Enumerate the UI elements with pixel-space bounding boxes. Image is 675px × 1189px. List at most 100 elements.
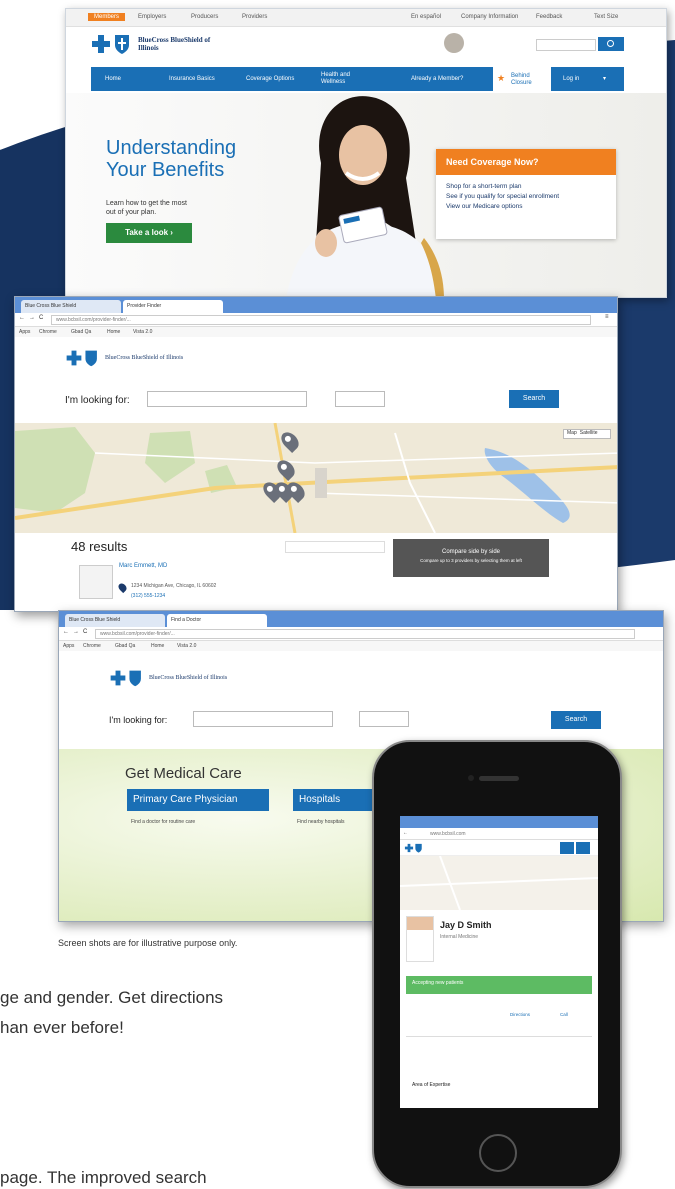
back-arrow-icon[interactable]: ← bbox=[403, 830, 408, 836]
phone-user-button[interactable] bbox=[560, 842, 574, 854]
cross-shield-logo-icon bbox=[110, 670, 141, 687]
sort-select[interactable] bbox=[285, 541, 385, 553]
bookmark-chrome[interactable]: Chrome bbox=[83, 643, 101, 649]
browser-tab-bar: Blue Cross Blue Shield Provider Finder bbox=[15, 297, 617, 313]
back-arrow-icon[interactable]: ← bbox=[63, 629, 69, 635]
back-arrow-icon[interactable]: ← bbox=[19, 315, 25, 321]
nav-home[interactable]: Home bbox=[105, 76, 121, 82]
brand-name: BlueCross BlueShield of Illinois bbox=[138, 36, 211, 52]
top-tab-members[interactable]: Members bbox=[88, 13, 126, 21]
nav-already-member[interactable]: Already a Member? bbox=[411, 76, 463, 82]
website-screenshot: Members Employers Producers Providers En… bbox=[65, 8, 667, 298]
phone-divider bbox=[406, 1036, 592, 1037]
home-button[interactable] bbox=[479, 1134, 517, 1172]
body-text-line: han ever before! bbox=[0, 1018, 124, 1037]
body-text-line: page. The improved search bbox=[0, 1168, 207, 1187]
care-search-button[interactable]: Search bbox=[551, 711, 601, 729]
primary-care-button[interactable]: Primary Care Physician bbox=[127, 789, 269, 811]
provider-search-input[interactable] bbox=[147, 391, 307, 407]
reload-icon[interactable]: C bbox=[83, 629, 87, 635]
coverage-item[interactable]: Shop for a short-term plan bbox=[436, 175, 616, 190]
reload-icon[interactable]: C bbox=[39, 315, 43, 321]
login-link[interactable]: Log in bbox=[563, 76, 579, 82]
looking-for-label: I'm looking for: bbox=[109, 715, 168, 725]
results-map[interactable]: Map Satellite bbox=[15, 423, 617, 533]
call-button[interactable]: Call bbox=[560, 1012, 568, 1017]
top-link-feedback[interactable]: Feedback bbox=[536, 14, 562, 20]
nav-behind-closure[interactable]: ★ Behind Closure bbox=[493, 67, 551, 91]
browser-tab[interactable]: Blue Cross Blue Shield bbox=[65, 614, 165, 627]
nav-coverage-options[interactable]: Coverage Options bbox=[246, 76, 294, 82]
bookmark-vista[interactable]: Vista 2.0 bbox=[133, 329, 152, 335]
nav-insurance-basics[interactable]: Insurance Basics bbox=[169, 76, 215, 82]
phone-search-button[interactable] bbox=[576, 842, 590, 854]
address-bar-row: ← → C www.bcbsil.com/provider-finder/...… bbox=[15, 313, 617, 327]
get-medical-care-title: Get Medical Care bbox=[125, 765, 242, 782]
browser-tab-active[interactable]: Find a Doctor bbox=[167, 614, 267, 627]
provider-name-link[interactable]: Marc Emmett, MD bbox=[119, 563, 167, 569]
directions-button[interactable]: Directions bbox=[510, 1012, 530, 1017]
hero-title: Understanding Your Benefits bbox=[106, 137, 237, 181]
menu-icon[interactable]: ≡ bbox=[605, 314, 609, 320]
top-link-spanish[interactable]: En español bbox=[411, 14, 441, 20]
bcbs-logo[interactable]: BlueCross BlueShield of Illinois bbox=[91, 33, 230, 55]
hospitals-sub: Find nearby hospitals bbox=[297, 819, 345, 825]
bookmark-home[interactable]: Home bbox=[151, 643, 164, 649]
url-field[interactable]: www.bcbsil.com/provider-finder/... bbox=[95, 629, 635, 639]
coverage-item[interactable]: View our Medicare options bbox=[436, 200, 616, 210]
map-type-toggle[interactable]: Map Satellite bbox=[563, 429, 611, 439]
phone-url-bar[interactable]: ← www.bcbsil.com bbox=[400, 828, 598, 840]
doctor-title: Internal Medicine bbox=[440, 934, 479, 940]
map-graphic bbox=[15, 423, 617, 533]
search-icon bbox=[607, 40, 614, 47]
top-tab-employers[interactable]: Employers bbox=[138, 14, 166, 20]
phone-header bbox=[400, 840, 598, 856]
provider-search-input[interactable] bbox=[193, 711, 333, 727]
compare-panel[interactable]: Compare side by side Compare up to 3 pro… bbox=[393, 539, 549, 577]
doctor-photo bbox=[406, 916, 434, 962]
location-input[interactable] bbox=[335, 391, 385, 407]
forward-arrow-icon[interactable]: → bbox=[29, 315, 35, 321]
search-box[interactable] bbox=[536, 39, 596, 51]
caption: Screen shots are for illustrative purpos… bbox=[58, 938, 238, 948]
url-field[interactable]: www.bcbsil.com/provider-finder/... bbox=[51, 315, 591, 325]
need-coverage-title: Need Coverage Now? bbox=[436, 149, 616, 175]
bookmark-apps[interactable]: Apps bbox=[19, 329, 30, 335]
bookmark-home[interactable]: Home bbox=[107, 329, 120, 335]
top-tab-providers[interactable]: Providers bbox=[242, 14, 267, 20]
bookmark-vista[interactable]: Vista 2.0 bbox=[177, 643, 196, 649]
finder-search-button[interactable]: Search bbox=[509, 390, 559, 408]
bookmark-apps[interactable]: Apps bbox=[63, 643, 74, 649]
take-a-look-button[interactable]: Take a look › bbox=[106, 223, 192, 243]
network-select[interactable] bbox=[400, 389, 460, 407]
bookmarks-bar: Apps Chrome Gbad Qa Home Vista 2.0 bbox=[59, 641, 663, 651]
bookmark-gbadqa[interactable]: Gbad Qa bbox=[71, 329, 91, 335]
provider-photo-placeholder bbox=[79, 565, 113, 599]
top-link-company[interactable]: Company Information bbox=[461, 14, 518, 20]
member-avatar bbox=[444, 33, 464, 53]
top-tab-producers[interactable]: Producers bbox=[191, 14, 218, 20]
phone-speaker bbox=[479, 776, 519, 781]
body-text-line: ge and gender. Get directions bbox=[0, 988, 224, 1007]
coverage-item[interactable]: See if you qualify for special enrollmen… bbox=[436, 190, 616, 200]
phone-map[interactable] bbox=[400, 855, 598, 911]
browser-tab-active[interactable]: Provider Finder bbox=[123, 300, 223, 313]
smartphone: ← www.bcbsil.com Jay D Smith Internal Me… bbox=[372, 740, 622, 1188]
bookmark-gbadqa[interactable]: Gbad Qa bbox=[115, 643, 135, 649]
looking-for-label: I'm looking for: bbox=[65, 395, 130, 406]
cross-shield-logo-icon bbox=[92, 35, 129, 54]
location-input[interactable] bbox=[359, 711, 409, 727]
bookmark-chrome[interactable]: Chrome bbox=[39, 329, 57, 335]
top-tab-strip: Members Employers Producers Providers En… bbox=[66, 9, 666, 27]
search-button[interactable] bbox=[598, 37, 624, 51]
nav-health-wellness[interactable]: Health and Wellness bbox=[321, 72, 369, 86]
forward-arrow-icon[interactable]: → bbox=[73, 629, 79, 635]
care-logo: BlueCross BlueShield of Illinois bbox=[109, 669, 237, 687]
top-link-textsize[interactable]: Text Size bbox=[594, 14, 618, 20]
results-count: 48 results bbox=[71, 539, 128, 554]
provider-phone[interactable]: (312) 555-1234 bbox=[131, 593, 165, 599]
finder-logo: BlueCross BlueShield of Illinois bbox=[65, 349, 193, 367]
location-pin-icon bbox=[116, 581, 129, 594]
browser-tab[interactable]: Blue Cross Blue Shield bbox=[21, 300, 121, 313]
phone-browser-tabs bbox=[400, 816, 598, 828]
